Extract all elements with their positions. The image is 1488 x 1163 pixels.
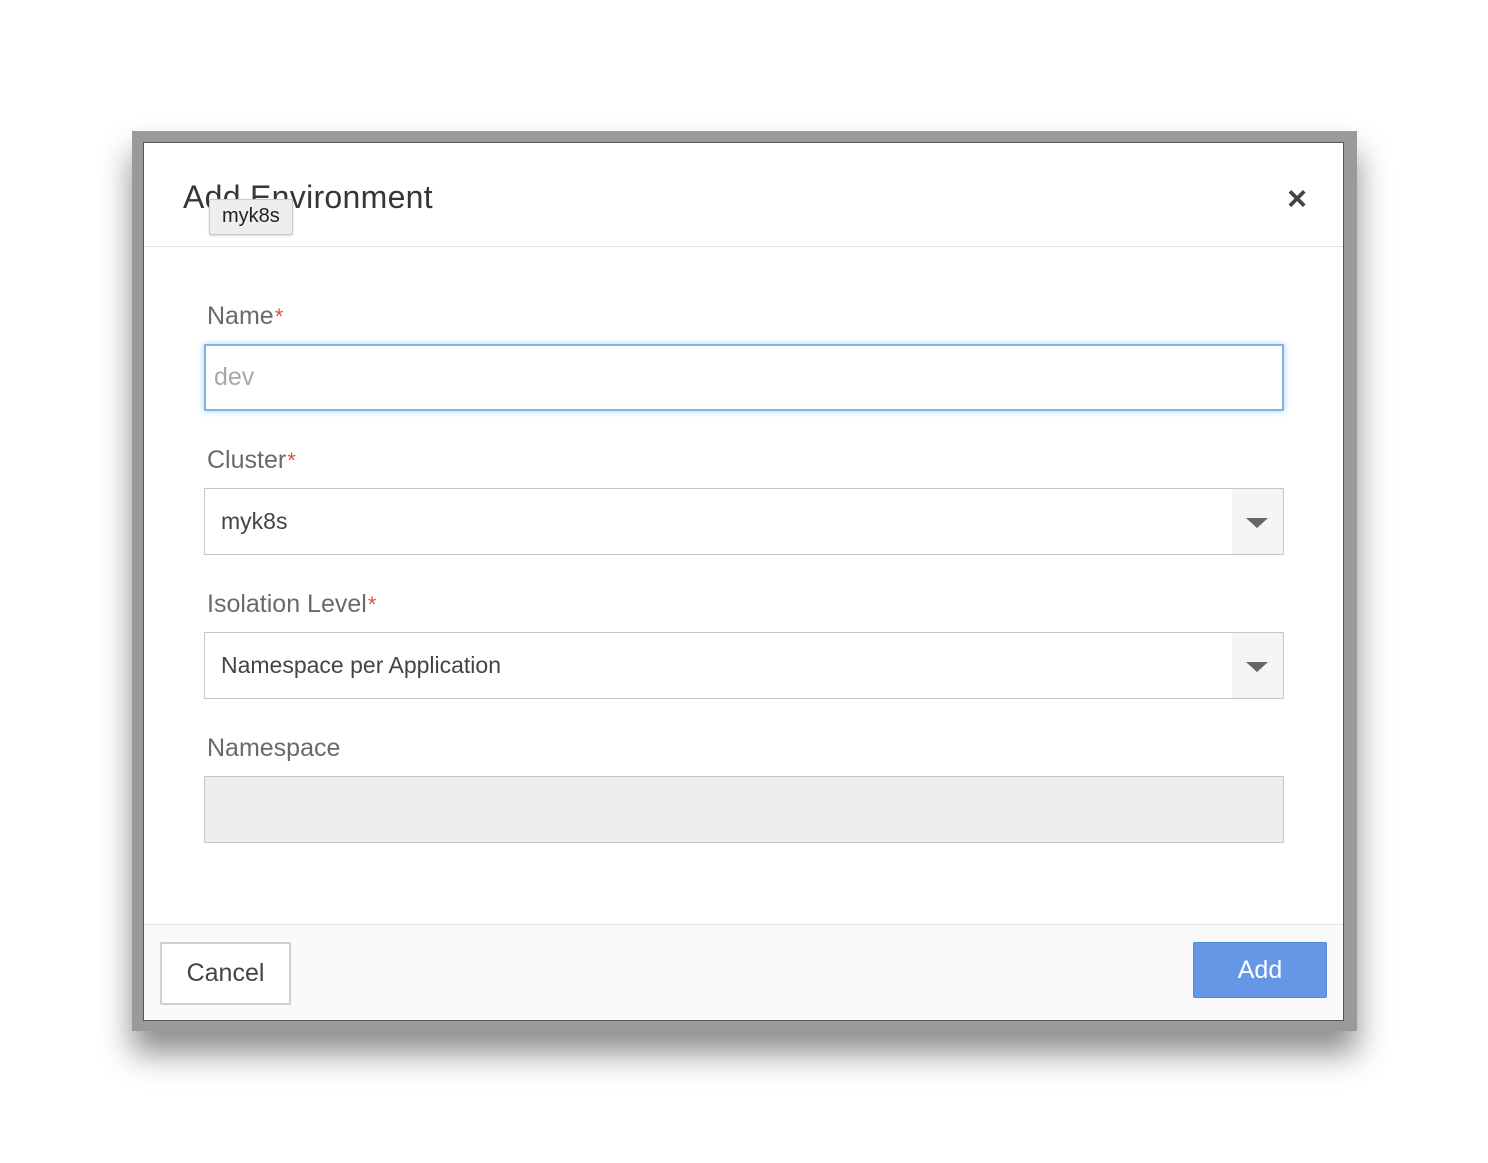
- name-field: [204, 344, 1284, 411]
- close-button[interactable]: ×: [1279, 181, 1315, 217]
- add-button[interactable]: Add: [1193, 942, 1327, 998]
- isolation-level-select[interactable]: Namespace per Application: [204, 632, 1284, 699]
- required-mark: *: [287, 448, 296, 473]
- close-icon: ×: [1287, 180, 1307, 218]
- required-mark: *: [367, 592, 377, 617]
- chevron-down-icon[interactable]: [1232, 489, 1283, 554]
- dialog-header: Add Environment myk8s ×: [144, 143, 1343, 247]
- namespace-field-label: Namespace: [207, 734, 340, 763]
- namespace-label-text: Namespace: [207, 734, 341, 762]
- namespace-input: [204, 776, 1284, 843]
- cluster-label-text: Cluster: [207, 446, 287, 474]
- name-input[interactable]: [206, 346, 1282, 409]
- cluster-selected-value: myk8s: [221, 508, 288, 534]
- tooltip: myk8s: [209, 199, 293, 235]
- isolation-level-selected-value: Namespace per Application: [221, 652, 501, 678]
- name-field-label: Name*: [207, 302, 283, 331]
- chevron-down-icon[interactable]: [1232, 633, 1283, 698]
- isolation-level-label-text: Isolation Level: [207, 590, 367, 618]
- isolation-level-field-label: Isolation Level*: [207, 590, 376, 619]
- add-environment-dialog: Add Environment myk8s × Name* Cluster* m…: [143, 142, 1344, 1021]
- cancel-button[interactable]: Cancel: [160, 942, 291, 1005]
- cluster-field-label: Cluster*: [207, 446, 296, 475]
- dialog-footer: Cancel Add: [144, 924, 1343, 1020]
- cluster-select[interactable]: myk8s: [204, 488, 1284, 555]
- name-label-text: Name: [207, 302, 274, 330]
- required-mark: *: [274, 304, 284, 329]
